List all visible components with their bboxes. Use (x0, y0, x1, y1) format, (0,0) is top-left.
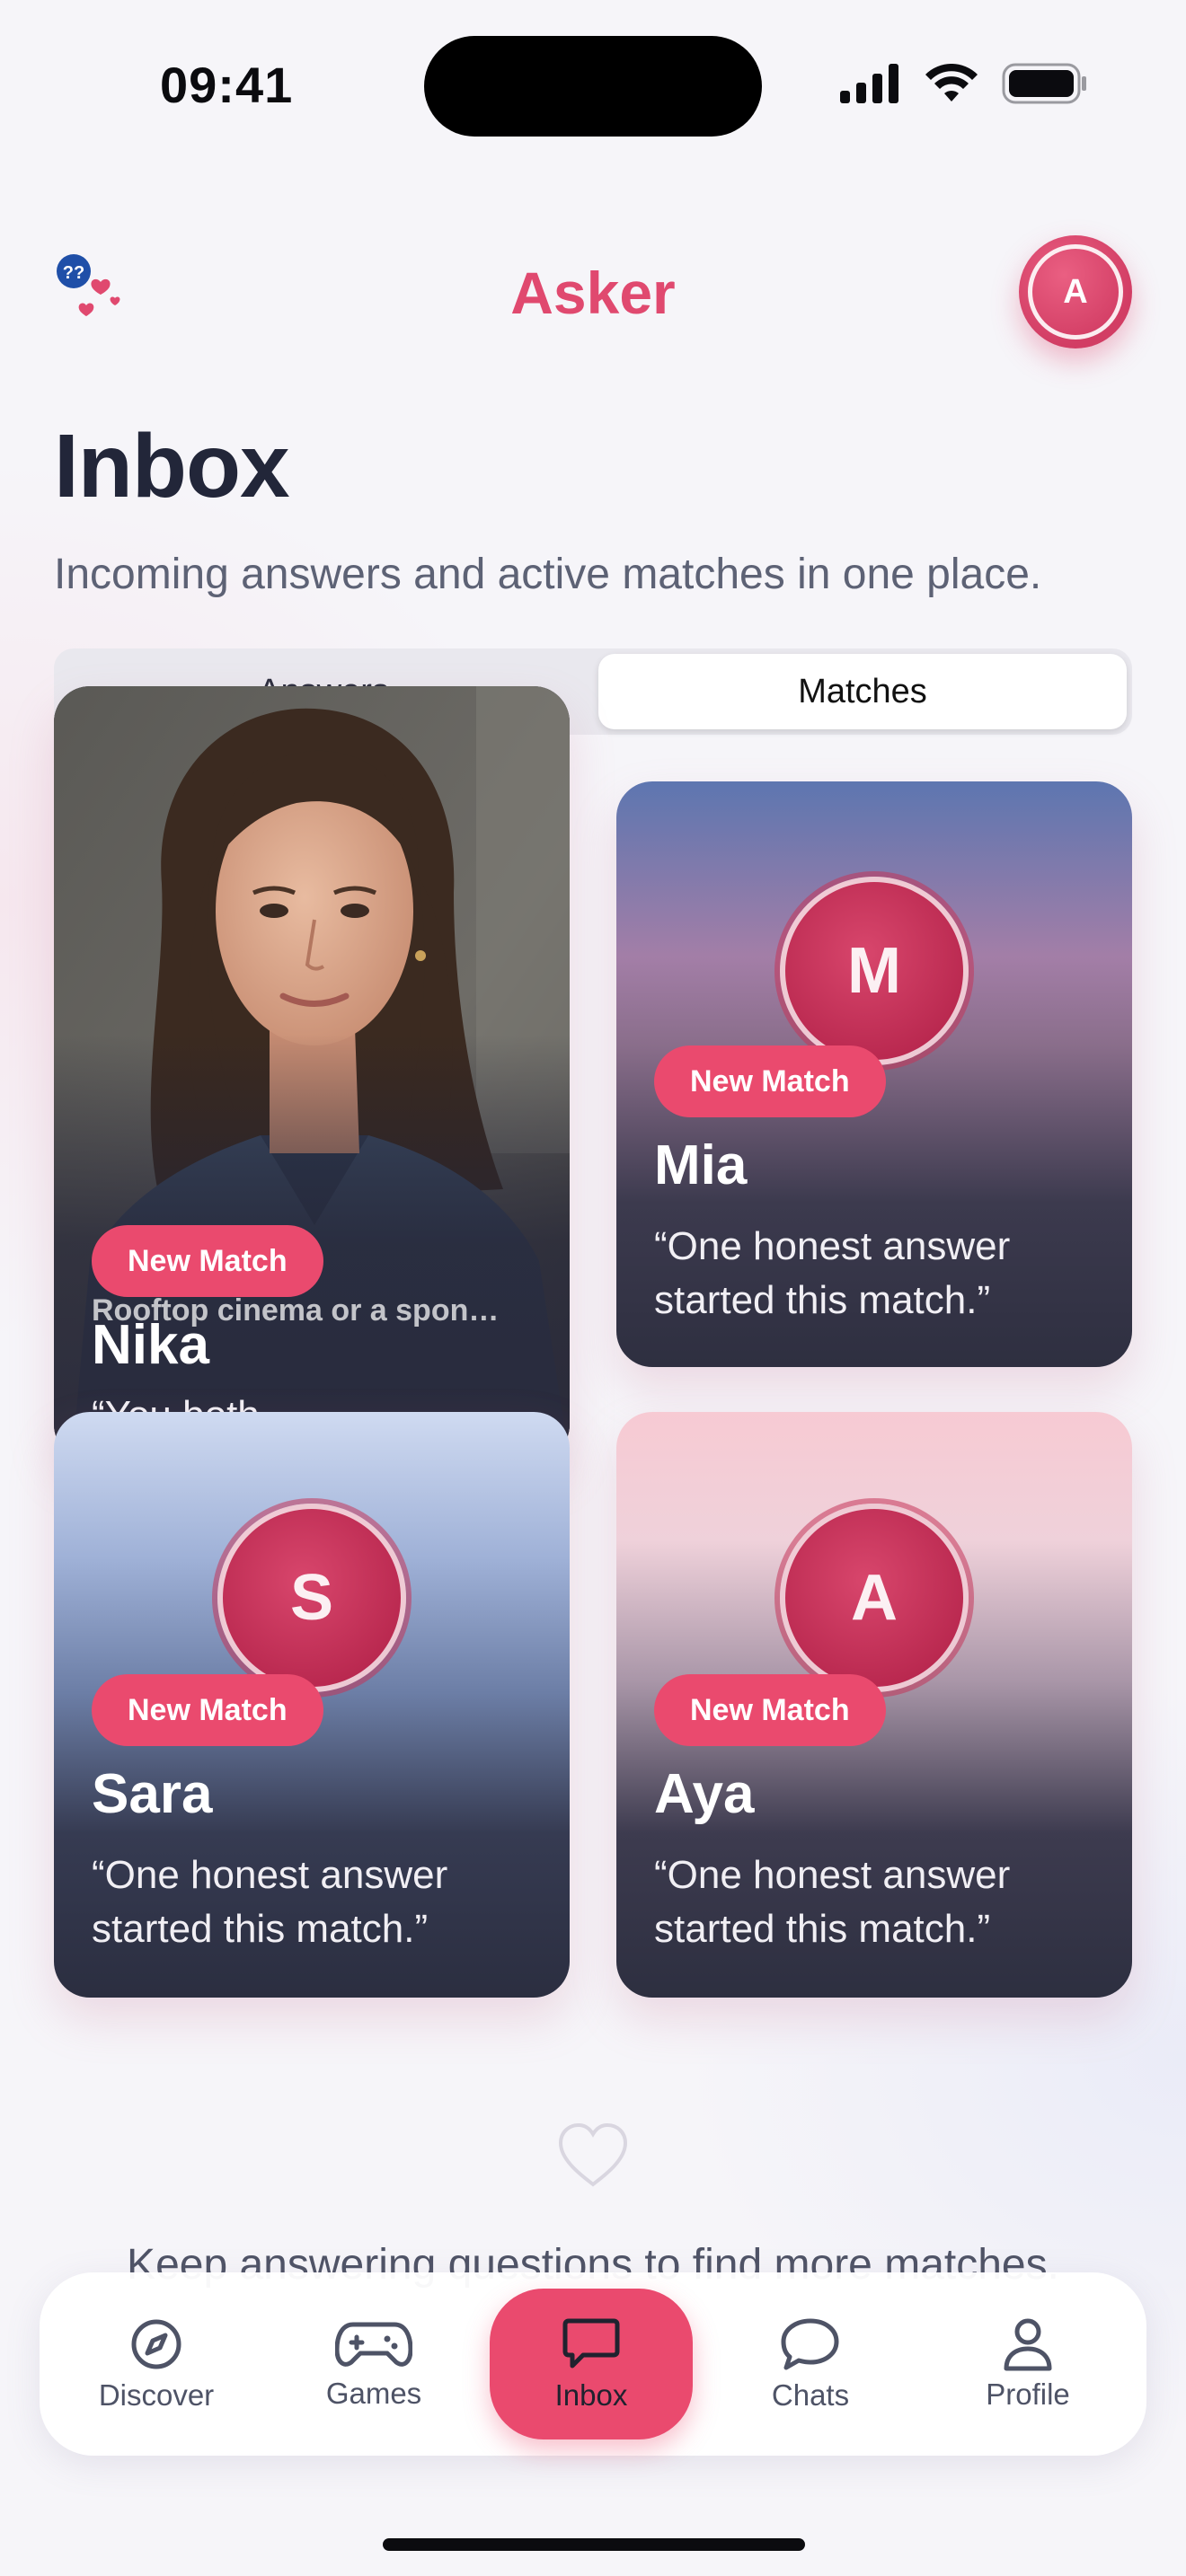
compass-icon (131, 2319, 181, 2369)
tab-label: Profile (986, 2378, 1070, 2411)
new-match-badge: New Match (654, 1674, 886, 1746)
match-name: Sara (92, 1763, 213, 1825)
tab-inbox[interactable]: Inbox (490, 2289, 693, 2439)
page-title: Inbox (54, 416, 290, 516)
match-name: Aya (654, 1763, 755, 1825)
chat-bubble-icon (781, 2318, 839, 2370)
page-subtitle: Incoming answers and active matches in o… (54, 551, 1042, 598)
match-card-nika[interactable]: New Match Nika “You both chose humor.” R… (54, 686, 570, 1460)
battery-icon (1002, 63, 1086, 104)
tab-label: Chats (771, 2378, 850, 2412)
status-bar: 09:41 (0, 0, 1186, 171)
match-initial-avatar: M (780, 877, 969, 1065)
profile-avatar-button[interactable]: A (1019, 235, 1132, 348)
tab-profile[interactable]: Profile (938, 2272, 1118, 2456)
match-quote: “One honest answer started this match.” (654, 1224, 1011, 1322)
tab-discover[interactable]: Discover (66, 2272, 246, 2456)
avatar-initial: A (1063, 272, 1088, 311)
cellular-signal-icon (840, 64, 898, 103)
status-time: 09:41 (160, 57, 294, 113)
match-name: Mia (654, 1134, 748, 1196)
tab-chats[interactable]: Chats (721, 2272, 900, 2456)
wifi-icon (925, 64, 978, 101)
match-initial-avatar: A (780, 1504, 969, 1692)
tab-label: Games (325, 2377, 422, 2410)
match-card-sara[interactable]: S New Match Sara “One honest answer star… (54, 1412, 570, 1998)
segment-matches[interactable]: Matches (598, 654, 1127, 729)
match-teaser: Rooftop cinema or a spon… (92, 1293, 500, 1328)
match-quote: “One honest answer started this match.” (92, 1853, 448, 1951)
tab-label: Inbox (554, 2378, 628, 2412)
user-icon (1004, 2318, 1052, 2371)
gamepad-icon (335, 2322, 412, 2367)
tab-label: Discover (98, 2378, 215, 2412)
tab-games[interactable]: Games (284, 2272, 464, 2456)
match-card-mia[interactable]: M New Match Mia “One honest answer start… (616, 781, 1132, 1367)
new-match-badge: New Match (92, 1674, 323, 1746)
new-match-badge: New Match (92, 1225, 323, 1297)
app-title: Asker (510, 260, 676, 326)
home-indicator (383, 2538, 805, 2551)
new-match-badge: New Match (654, 1045, 886, 1117)
match-quote: “One honest answer started this match.” (654, 1853, 1011, 1951)
heart-outline-icon (558, 2122, 628, 2187)
status-icons (840, 63, 1088, 104)
match-initial-avatar: S (217, 1504, 406, 1692)
match-card-aya[interactable]: A New Match Aya “One honest answer start… (616, 1412, 1132, 1998)
tab-bar: Discover Games Inbox Chats Profile (40, 2272, 1146, 2456)
message-square-icon (562, 2318, 620, 2369)
dynamic-island (424, 36, 762, 137)
